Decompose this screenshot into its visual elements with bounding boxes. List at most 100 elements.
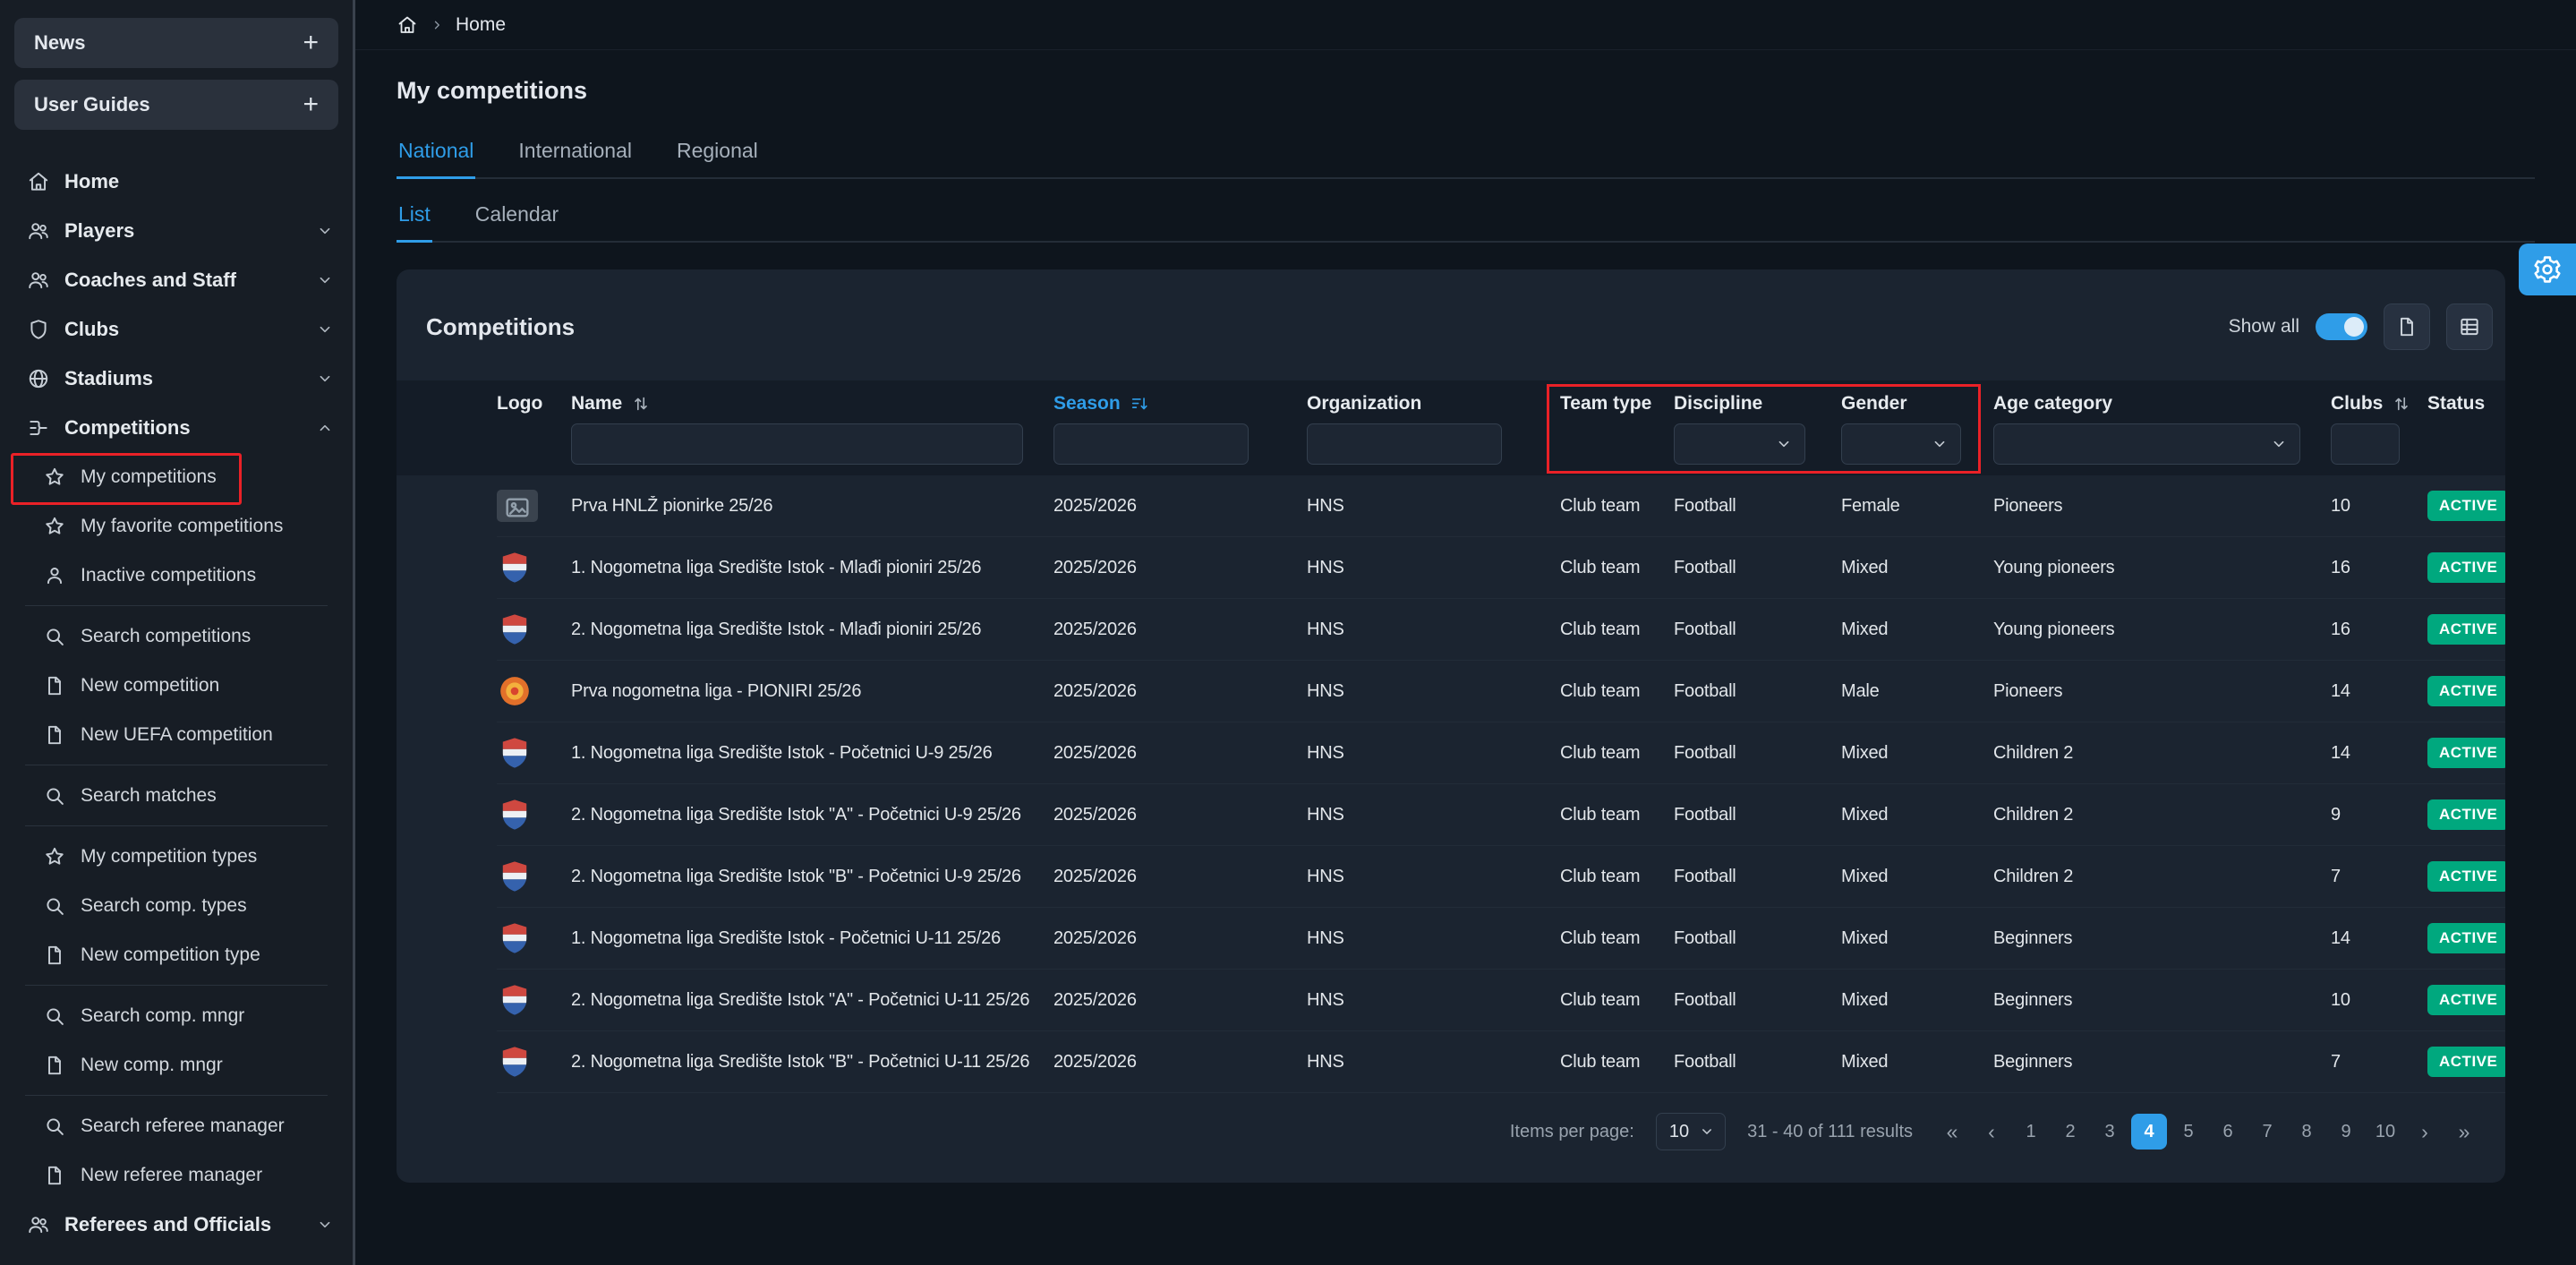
tab-national[interactable]: National xyxy=(397,139,475,177)
pagination-page-9[interactable]: 9 xyxy=(2328,1114,2364,1150)
chevron-down-icon xyxy=(315,270,335,290)
cell-team-type: Club team xyxy=(1560,990,1674,1011)
pagination-page-2[interactable]: 2 xyxy=(2052,1114,2088,1150)
cell-team-type: Club team xyxy=(1560,867,1674,887)
table-row[interactable]: 1. Nogometna liga Središte Istok - Počet… xyxy=(497,908,2505,970)
pagination-page-6[interactable]: 6 xyxy=(2210,1114,2246,1150)
user-guides-button[interactable]: User Guides + xyxy=(14,80,338,130)
cell-logo xyxy=(497,982,571,1018)
home-icon[interactable] xyxy=(397,14,418,36)
cell-name: 1. Nogometna liga Središte Istok - Počet… xyxy=(571,743,1053,764)
pagination-page-8[interactable]: 8 xyxy=(2289,1114,2324,1150)
sidebar-item-search-competitions[interactable]: Search competitions xyxy=(0,611,353,661)
filter-name-input[interactable] xyxy=(571,423,1023,465)
sidebar-item-players[interactable]: Players xyxy=(0,206,353,255)
nav-divider xyxy=(25,825,328,826)
pagination-last[interactable]: » xyxy=(2446,1114,2482,1150)
subtab-calendar[interactable]: Calendar xyxy=(473,202,560,241)
filter-gender-select[interactable] xyxy=(1841,423,1961,465)
tab-regional[interactable]: Regional xyxy=(675,139,760,177)
cell-discipline: Football xyxy=(1674,805,1841,825)
subtab-list[interactable]: List xyxy=(397,202,432,241)
sidebar-item-competitions[interactable]: Competitions xyxy=(0,403,353,452)
column-label: Season xyxy=(1053,393,1121,415)
sidebar-item-coaches-and-staff[interactable]: Coaches and Staff xyxy=(0,255,353,304)
pagination-page-10[interactable]: 10 xyxy=(2367,1114,2403,1150)
sidebar-item-search-matches[interactable]: Search matches xyxy=(0,771,353,820)
filter-season-input[interactable] xyxy=(1053,423,1249,465)
table-row[interactable]: 2. Nogometna liga Središte Istok - Mlađi… xyxy=(497,599,2505,661)
column-header-name[interactable]: Name xyxy=(571,391,1053,416)
settings-button[interactable] xyxy=(2519,244,2576,295)
sidebar-item-new-comp-mngr[interactable]: New comp. mngr xyxy=(0,1040,353,1090)
sidebar-item-my-competitions[interactable]: My competitions xyxy=(0,452,353,501)
sidebar-item-my-favorite-competitions[interactable]: My favorite competitions xyxy=(0,501,353,551)
news-button[interactable]: News + xyxy=(14,18,338,68)
cell-organization: HNS xyxy=(1307,1052,1560,1073)
sidebar-item-home[interactable]: Home xyxy=(0,157,353,206)
cell-clubs: 16 xyxy=(2331,620,2427,640)
filter-organization-input[interactable] xyxy=(1307,423,1502,465)
sidebar-item-label: Competitions xyxy=(64,416,191,440)
sidebar-item-new-referee-manager[interactable]: New referee manager xyxy=(0,1150,353,1200)
club-crest-icon xyxy=(497,550,533,585)
tab-international[interactable]: International xyxy=(516,139,634,177)
filter-cell-season xyxy=(1053,423,1307,465)
sidebar-item-search-referee-manager[interactable]: Search referee manager xyxy=(0,1101,353,1150)
cell-organization: HNS xyxy=(1307,620,1560,640)
sidebar-item-new-uefa-competition[interactable]: New UEFA competition xyxy=(0,710,353,759)
table-row[interactable]: 2. Nogometna liga Središte Istok "A" - P… xyxy=(497,784,2505,846)
column-label: Organization xyxy=(1307,393,1421,415)
sidebar-item-referees-and-officials[interactable]: Referees and Officials xyxy=(0,1200,353,1249)
sidebar-item-new-competition-type[interactable]: New competition type xyxy=(0,930,353,979)
results-text: 31 - 40 of 111 results xyxy=(1747,1122,1913,1142)
sidebar-item-clubs[interactable]: Clubs xyxy=(0,304,353,354)
pagination-page-4[interactable]: 4 xyxy=(2131,1114,2167,1150)
filter-age-category-select[interactable] xyxy=(1993,423,2300,465)
cell-clubs: 14 xyxy=(2331,743,2427,764)
pagination-page-5[interactable]: 5 xyxy=(2171,1114,2206,1150)
status-badge: ACTIVE xyxy=(2427,676,2505,706)
filter-discipline-select[interactable] xyxy=(1674,423,1805,465)
table-row[interactable]: 1. Nogometna liga Središte Istok - Počet… xyxy=(497,722,2505,784)
sidebar-item-label: Coaches and Staff xyxy=(64,269,236,292)
sidebar-item-search-comp-types[interactable]: Search comp. types xyxy=(0,881,353,930)
table-row[interactable]: 2. Nogometna liga Središte Istok "A" - P… xyxy=(497,970,2505,1031)
sidebar-item-my-competition-types[interactable]: My competition types xyxy=(0,832,353,881)
pagination-page-1[interactable]: 1 xyxy=(2013,1114,2049,1150)
file-export-button[interactable] xyxy=(2384,303,2430,350)
status-badge: ACTIVE xyxy=(2427,923,2505,953)
cell-age-category: Pioneers xyxy=(1993,681,2331,702)
cell-age-category: Beginners xyxy=(1993,990,2331,1011)
column-header-clubs[interactable]: Clubs xyxy=(2331,391,2427,416)
sidebar-item-inactive-competitions[interactable]: Inactive competitions xyxy=(0,551,353,600)
table-row[interactable]: Prva nogometna liga - PIONIRI 25/262025/… xyxy=(497,661,2505,722)
pagination-page-7[interactable]: 7 xyxy=(2249,1114,2285,1150)
table-row[interactable]: 2. Nogometna liga Središte Istok "B" - P… xyxy=(497,1031,2505,1093)
table-row[interactable]: 1. Nogometna liga Središte Istok - Mlađi… xyxy=(497,537,2505,599)
column-label: Clubs xyxy=(2331,393,2383,415)
table-row[interactable]: Prva HNLŽ pionirke 25/262025/2026HNSClub… xyxy=(497,475,2505,537)
table-body: Prva HNLŽ pionirke 25/262025/2026HNSClub… xyxy=(397,475,2505,1093)
table-export-button[interactable] xyxy=(2446,303,2493,350)
sidebar-item-search-comp-mngr[interactable]: Search comp. mngr xyxy=(0,991,353,1040)
items-per-page-select[interactable]: 10 xyxy=(1656,1113,1726,1150)
column-header-team-type: Team type xyxy=(1560,391,1674,416)
sidebar-item-new-competition[interactable]: New competition xyxy=(0,661,353,710)
sidebar-item-stadiums[interactable]: Stadiums xyxy=(0,354,353,403)
cell-status: ACTIVE xyxy=(2427,676,2505,706)
filter-clubs-input[interactable] xyxy=(2331,423,2400,465)
globe-icon xyxy=(27,367,50,390)
news-label: News xyxy=(34,31,85,55)
pagination-page-3[interactable]: 3 xyxy=(2092,1114,2128,1150)
column-header-season[interactable]: Season xyxy=(1053,391,1307,416)
status-badge: ACTIVE xyxy=(2427,552,2505,583)
table-row[interactable]: 2. Nogometna liga Središte Istok "B" - P… xyxy=(497,846,2505,908)
pagination-next[interactable]: › xyxy=(2407,1114,2443,1150)
pagination-first[interactable]: « xyxy=(1934,1114,1970,1150)
cell-gender: Female xyxy=(1841,496,1993,517)
table-footer: Items per page: 10 31 - 40 of 111 result… xyxy=(397,1093,2505,1170)
pagination-prev[interactable]: ‹ xyxy=(1974,1114,2009,1150)
show-all-toggle[interactable] xyxy=(2316,313,2367,340)
breadcrumb-home[interactable]: Home xyxy=(456,14,506,36)
